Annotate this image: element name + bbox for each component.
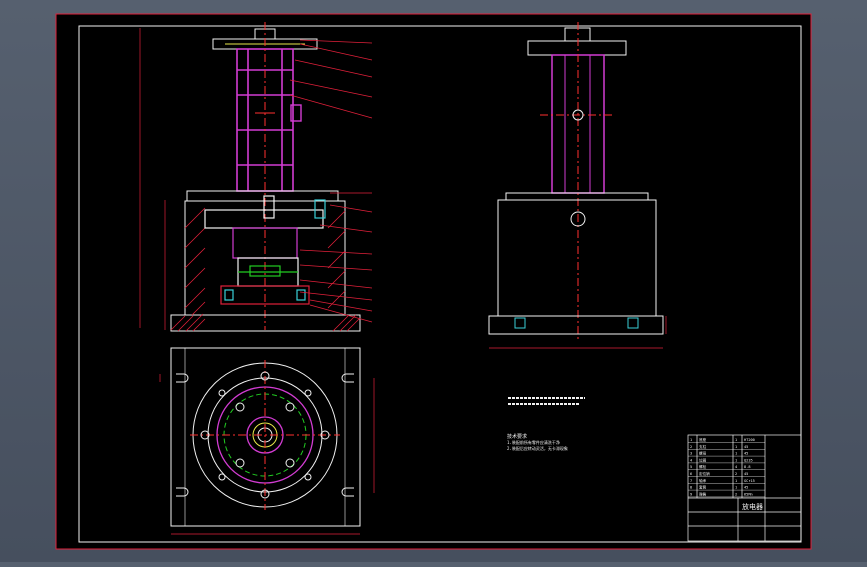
title-block-cell: 3: [690, 452, 692, 456]
title-block-cell: 2: [690, 445, 692, 449]
title-block-cell: 1: [735, 438, 737, 442]
notes-header: 技术要求: [507, 433, 527, 440]
title-block-cell: 8: [690, 486, 692, 490]
title-block-cell: 2: [735, 492, 737, 496]
title-block-cell: 轴承: [699, 478, 707, 483]
title-block-cell: 套筒: [699, 485, 707, 490]
title-block-cell: 1: [735, 486, 737, 490]
title-block-cell: 底座: [699, 437, 707, 442]
part-title: 放电器: [742, 502, 763, 511]
cad-viewport: 技术要求 1.装配前所有零件应清洗干净 2.装配后应转动灵活，无卡滞现象 1 底座…: [0, 0, 867, 562]
title-block-cell: HT200: [744, 438, 755, 442]
title-block-cell: 垃圈: [699, 457, 707, 462]
title-block-cell: 1: [735, 452, 737, 456]
title-block-cell: Q235: [744, 458, 753, 462]
title-block-cell: 螺母: [699, 451, 707, 456]
title-block-cell: 9: [690, 492, 692, 496]
title-block-cell: 1: [690, 438, 692, 442]
title-block-cell: 2: [735, 472, 737, 476]
cad-drawing: 技术要求 1.装配前所有零件应清洗干净 2.装配后应转动灵活，无卡滞现象 1 底座…: [55, 13, 812, 550]
notes-line2: 2.装配后应转动灵活，无卡滞现象: [507, 445, 568, 451]
title-block-cell: 1: [735, 445, 737, 449]
title-block-cell: 6: [690, 472, 692, 476]
title-block-cell: 8.8: [744, 465, 751, 469]
title-block-cell: 45: [744, 452, 748, 456]
title-block-cell: 1: [735, 458, 737, 462]
title-block-cell: 1: [735, 479, 737, 483]
title-block-cell: 45: [744, 445, 748, 449]
title-block-cell: GCr15: [744, 479, 755, 483]
title-block-cell: 65Mn: [744, 492, 753, 496]
title-block-cell: 4: [735, 465, 737, 469]
notes-line1: 1.装配前所有零件应清洗干净: [507, 439, 560, 445]
title-block-cell: 螺栓: [699, 464, 707, 469]
title-block-cell: 5: [690, 465, 692, 469]
title-block-cell: 4: [690, 458, 692, 462]
title-block-cell: 45: [744, 472, 748, 476]
title-block-cell: 7: [690, 479, 692, 483]
title-block-cell: 支柱: [699, 444, 707, 449]
title-block-cell: 弹簧: [699, 491, 707, 496]
drawing-sheet: [56, 14, 811, 549]
title-block-cell: 45: [744, 486, 748, 490]
title-block-cell: 定位销: [699, 471, 710, 476]
